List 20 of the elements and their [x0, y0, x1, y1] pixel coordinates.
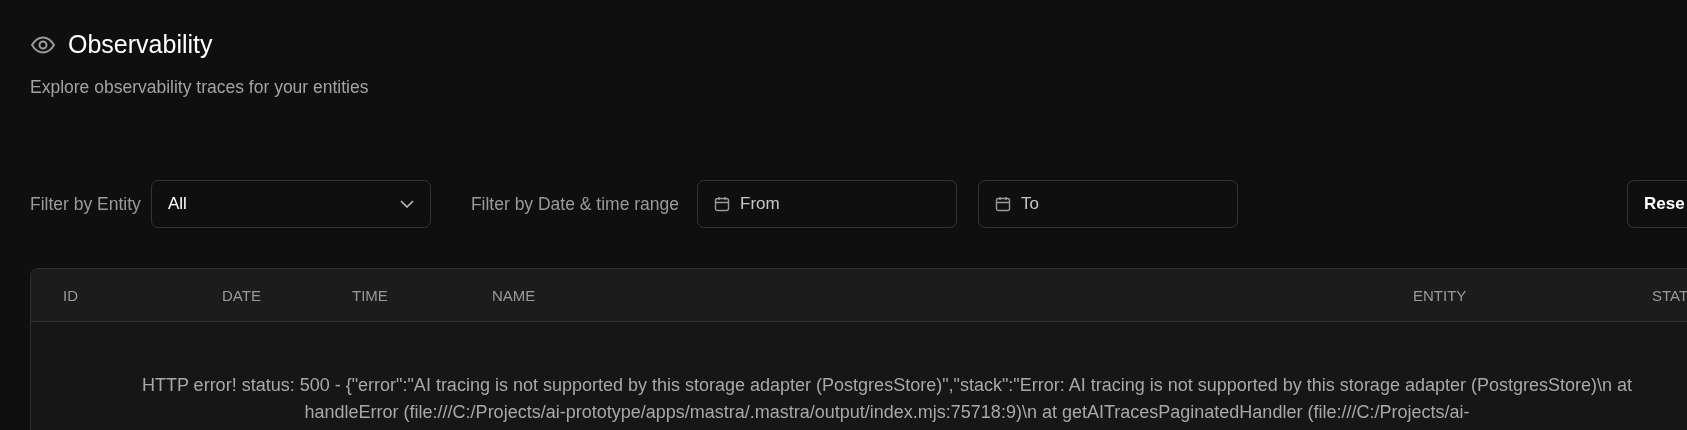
column-header: ID: [63, 286, 78, 304]
page-subtitle: Explore observability traces for your entities: [30, 77, 370, 98]
page-title: Observability: [68, 30, 213, 59]
calendar-icon: [714, 196, 730, 212]
entity-select[interactable]: All: [150, 180, 431, 228]
filter-label: Filter by Date & time range: [470, 193, 679, 215]
column-header: ENTITY: [1413, 286, 1467, 304]
eye-icon: [30, 34, 56, 55]
column-header: STAT: [1652, 286, 1687, 304]
column-header: TIME: [352, 286, 388, 304]
error-message: HTTP error! status: 500 - {"error":"AI tracing is not supported by this storage adapter (PostgresStore)","stack":"Error: AI tracing is not supported by this storage adapter (PostgresStore)\n at: [141, 374, 1633, 397]
filter-label: Filter by Entity: [30, 193, 141, 215]
error-message: handleError (file:///C:/Projects/ai-prototype/apps/mastra/.mastra/output/index.mjs:75718:9)\n at getAITracesPaginatedHandler (file:///C:/Projects/ai-: [304, 401, 1470, 424]
column-header: NAME: [492, 286, 536, 304]
chevron-down-icon: [399, 200, 414, 208]
date-to-field[interactable]: To: [978, 180, 1238, 228]
date-from-field[interactable]: From: [697, 180, 957, 228]
calendar-icon: [995, 196, 1011, 212]
column-header: DATE: [222, 286, 261, 304]
reset-button[interactable]: Rese: [1627, 180, 1687, 228]
